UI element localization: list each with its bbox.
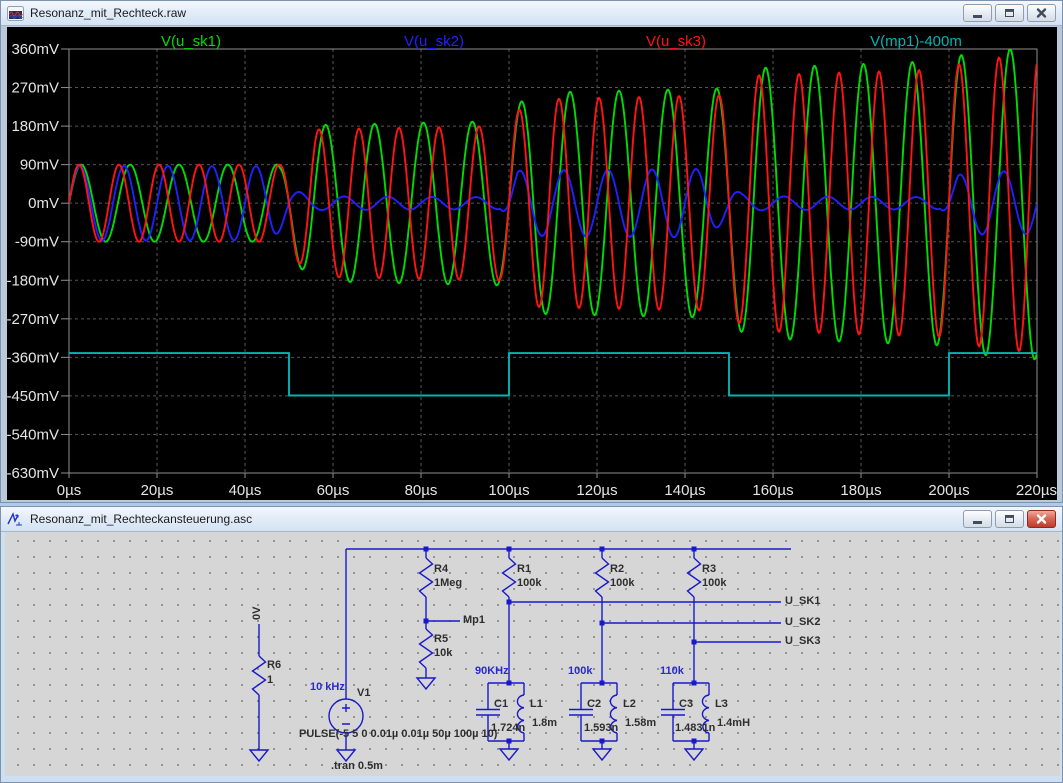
y-tick-label: -270mV	[7, 311, 59, 328]
r1-ref[interactable]: R1	[517, 563, 531, 575]
r5-ref[interactable]: R5	[434, 633, 448, 645]
schematic-restore-button[interactable]	[995, 510, 1024, 528]
waveform-plot[interactable]: 360mV 270mV 180mV 90mV 0mV -90mV -180mV -270mV -…	[7, 27, 1057, 500]
waveform-viewer-window: Resonanz_mit_Rechteck.raw 360mV270mV180m	[0, 0, 1063, 503]
x-tick-label: 20µs	[141, 482, 174, 499]
v1-ref[interactable]: V1	[357, 687, 370, 699]
legend-item-v-u-sk1-[interactable]: V(u_sk1)	[161, 33, 221, 50]
schematic-file-icon	[7, 512, 24, 527]
r2-value[interactable]: 100k	[610, 577, 634, 589]
x-tick-label: 0µs	[57, 482, 82, 499]
legend-item-v-u-sk2-[interactable]: V(u_sk2)	[404, 33, 464, 50]
c2-value[interactable]: 1.593n	[584, 722, 618, 734]
y-tick-label: 90mV	[20, 157, 59, 174]
plot-window-titlebar[interactable]: Resonanz_mit_Rechteck.raw	[1, 1, 1062, 26]
y-tick-label: 360mV	[11, 41, 59, 58]
x-tick-label: 100µs	[488, 482, 529, 499]
minimize-icon	[969, 7, 986, 19]
schematic-editor-window: Resonanz_mit_Rechteckansteuerung.asc	[0, 506, 1063, 783]
v1-value[interactable]: PULSE(-5 5 0 0.01µ 0.01µ 50µ 100µ 10)	[299, 728, 497, 740]
close-icon	[1033, 512, 1050, 526]
comment-90khz[interactable]: 90KHz	[475, 665, 509, 677]
net-usk3-label[interactable]: U_SK3	[785, 635, 820, 647]
plot-window-title: Resonanz_mit_Rechteck.raw	[30, 6, 186, 20]
y-tick-label: -630mV	[7, 465, 59, 482]
net-usk1-label[interactable]: U_SK1	[785, 595, 820, 607]
r6-ref[interactable]: R6	[267, 659, 281, 671]
x-tick-label: 160µs	[752, 482, 793, 499]
waveform-file-icon	[7, 6, 24, 21]
x-tick-label: 220µs	[1016, 482, 1057, 499]
plot-restore-button[interactable]	[995, 4, 1024, 22]
comment-100k[interactable]: 100k	[568, 665, 592, 677]
r4-value[interactable]: 1Meg	[434, 577, 462, 589]
y-tick-label: -90mV	[15, 234, 59, 251]
c1-ref[interactable]: C1	[494, 698, 508, 710]
l3-ref[interactable]: L3	[715, 698, 728, 710]
comment-10khz[interactable]: 10 kHz	[310, 681, 345, 693]
schematic-canvas[interactable]: R4 1Meg R1 100k R2 100k R3 100k Mp1 R5 10k U_SK1 U_S…	[5, 532, 1060, 776]
x-tick-label: 120µs	[576, 482, 617, 499]
trace-v-mp1-400m	[69, 353, 1037, 395]
net-mp1-label[interactable]: Mp1	[463, 614, 485, 626]
r3-ref[interactable]: R3	[702, 563, 716, 575]
c2-ref[interactable]: C2	[587, 698, 601, 710]
x-tick-label: 140µs	[664, 482, 705, 499]
y-tick-label: 0mV	[28, 195, 59, 212]
x-tick-label: 40µs	[229, 482, 262, 499]
tran-directive[interactable]: .tran 0.5m	[331, 760, 383, 772]
legend-item-v-u-sk3-[interactable]: V(u_sk3)	[646, 33, 706, 50]
schematic-window-titlebar[interactable]: Resonanz_mit_Rechteckansteuerung.asc	[1, 507, 1062, 532]
r2-ref[interactable]: R2	[610, 563, 624, 575]
y-tick-label: -540mV	[7, 426, 59, 443]
x-tick-label: 180µs	[840, 482, 881, 499]
waveform-plot-area[interactable]: 360mV 270mV 180mV 90mV 0mV -90mV -180mV -270mV -…	[7, 27, 1057, 500]
c3-ref[interactable]: C3	[679, 698, 693, 710]
l1-value[interactable]: 1.8m	[532, 717, 557, 729]
restore-icon	[1001, 6, 1018, 20]
schematic-window-title: Resonanz_mit_Rechteckansteuerung.asc	[30, 512, 252, 526]
y-tick-label: -450mV	[7, 388, 59, 405]
y-tick-label: 180mV	[11, 118, 59, 135]
y-tick-label: 270mV	[11, 80, 59, 97]
schematic-close-button[interactable]	[1027, 510, 1056, 528]
l3-value[interactable]: 1.4mH	[717, 717, 750, 729]
minimize-icon	[969, 513, 986, 525]
schematic-minimize-button[interactable]	[963, 510, 992, 528]
l2-ref[interactable]: L2	[623, 698, 636, 710]
y-tick-label: -360mV	[7, 349, 59, 366]
r5-value[interactable]: 10k	[434, 647, 452, 659]
l1-ref[interactable]: L1	[530, 698, 543, 710]
l2-value[interactable]: 1.58m	[625, 717, 656, 729]
x-tick-label: 80µs	[405, 482, 438, 499]
r6-value[interactable]: 1	[267, 674, 273, 686]
net-0v-label[interactable]: 0V	[251, 607, 263, 620]
r4-ref[interactable]: R4	[434, 563, 448, 575]
x-tick-label: 60µs	[317, 482, 350, 499]
y-tick-label: -180mV	[7, 272, 59, 289]
schematic-drawing	[5, 532, 1060, 776]
r1-value[interactable]: 100k	[517, 577, 541, 589]
comment-110k[interactable]: 110k	[660, 665, 684, 677]
plot-minimize-button[interactable]	[963, 4, 992, 22]
close-icon	[1033, 6, 1050, 20]
c3-value[interactable]: 1.4831n	[675, 722, 715, 734]
legend-item-v-mp1-400m[interactable]: V(mp1)-400m	[870, 33, 962, 50]
net-usk2-label[interactable]: U_SK2	[785, 616, 820, 628]
plot-close-button[interactable]	[1027, 4, 1056, 22]
r3-value[interactable]: 100k	[702, 577, 726, 589]
x-tick-label: 200µs	[928, 482, 969, 499]
restore-icon	[1001, 512, 1018, 526]
